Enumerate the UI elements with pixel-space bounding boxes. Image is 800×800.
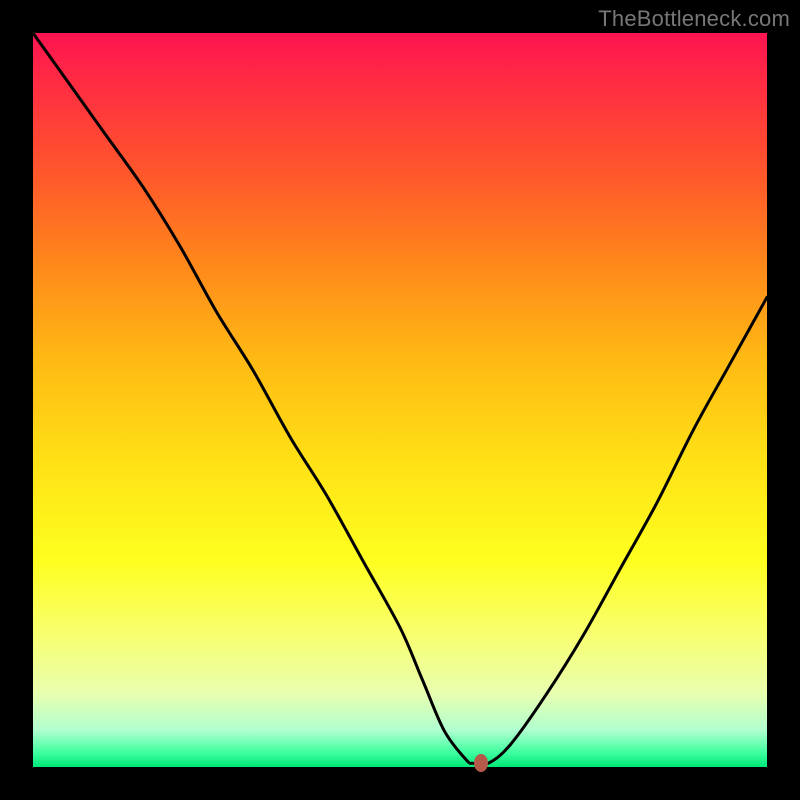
watermark-text: TheBottleneck.com (598, 6, 790, 32)
optimal-point-marker (474, 754, 488, 772)
chart-frame: TheBottleneck.com (0, 0, 800, 800)
curve-svg (33, 33, 767, 767)
plot-area (33, 33, 767, 767)
bottleneck-curve (33, 33, 767, 765)
